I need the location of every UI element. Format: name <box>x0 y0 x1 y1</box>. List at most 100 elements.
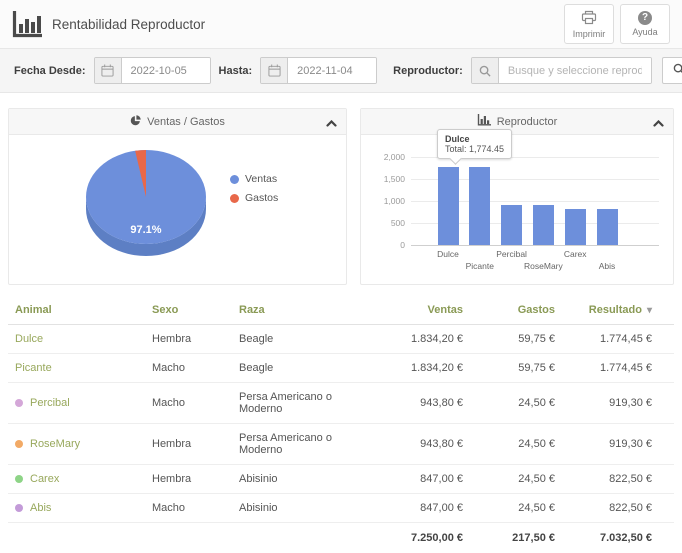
cell-sexo: Hembra <box>145 424 232 465</box>
cell-sexo: Macho <box>145 494 232 523</box>
date-to-input[interactable] <box>288 58 376 83</box>
cell-gastos: 24,50 € <box>470 383 562 424</box>
column-header-resultado[interactable]: Resultado▾ <box>562 296 674 325</box>
collapse-chevron-up-icon[interactable] <box>326 118 337 130</box>
cell-gastos: 59,75 € <box>470 325 562 354</box>
x-axis-tick-label: RoseMary <box>513 261 573 271</box>
reproductor-search-input[interactable] <box>499 58 651 83</box>
search-button[interactable]: Buscar <box>662 57 682 84</box>
pie-data-label: 97.1% <box>116 224 176 236</box>
totals-row: 7.250,00 € 217,50 € 7.032,50 € <box>8 523 674 553</box>
x-axis-tick-label: Picante <box>450 261 510 271</box>
pie-chart <box>9 135 346 284</box>
bar-panel-title: Reproductor <box>497 116 558 128</box>
printer-icon <box>581 10 597 27</box>
cell-animal: Picante <box>8 354 145 383</box>
column-header-animal[interactable]: Animal <box>8 296 145 325</box>
animal-link[interactable]: RoseMary <box>30 438 80 450</box>
pie-panel: Ventas / Gastos 97.1% Ventas Gastos <box>8 108 347 285</box>
date-from-input[interactable] <box>122 58 210 83</box>
cell-resultado: 822,50 € <box>562 494 674 523</box>
cell-resultado: 919,30 € <box>562 424 674 465</box>
pie-panel-header: Ventas / Gastos <box>9 109 346 135</box>
cell-sexo: Hembra <box>145 465 232 494</box>
cell-ventas: 847,00 € <box>380 465 470 494</box>
calendar-icon <box>95 58 122 83</box>
date-from-group <box>94 57 211 84</box>
cell-gastos: 24,50 € <box>470 424 562 465</box>
bar-rosemary[interactable] <box>533 205 554 245</box>
animal-link[interactable]: Percibal <box>30 397 70 409</box>
top-bar: Rentabilidad Reproductor Imprimir ? Ayud… <box>0 0 682 48</box>
animal-link[interactable]: Carex <box>30 473 59 485</box>
animal-link[interactable]: Abis <box>30 502 51 514</box>
cell-raza: Beagle <box>232 325 380 354</box>
table-header-row: AnimalSexoRazaVentasGastosResultado▾ <box>8 296 674 325</box>
cell-resultado: 822,50 € <box>562 465 674 494</box>
x-axis-tick-label: Carex <box>545 249 605 259</box>
bar-percibal[interactable] <box>501 205 522 245</box>
date-from-label: Fecha Desde: <box>14 65 86 77</box>
cell-ventas: 943,80 € <box>380 383 470 424</box>
search-icon <box>472 58 499 83</box>
cell-raza: Persa Americano o Moderno <box>232 383 380 424</box>
cell-animal: Carex <box>8 465 145 494</box>
cell-raza: Beagle <box>232 354 380 383</box>
y-axis-tick-label: 500 <box>361 218 405 228</box>
cell-animal: Percibal <box>8 383 145 424</box>
column-header-sexo[interactable]: Sexo <box>145 296 232 325</box>
animal-link[interactable]: Picante <box>15 362 52 374</box>
table-row: PercibalMachoPersa Americano o Moderno94… <box>8 383 674 424</box>
bar-carex[interactable] <box>565 209 586 245</box>
bar-chart-icon <box>477 114 491 129</box>
bar-plot: 05001,0001,5002,000DulcePicantePercibalR… <box>361 135 673 284</box>
bar-panel-header: Reproductor <box>361 109 673 135</box>
table-row: CarexHembraAbisinio847,00 €24,50 €822,50… <box>8 465 674 494</box>
y-axis-tick-label: 0 <box>361 240 405 250</box>
cell-gastos: 24,50 € <box>470 465 562 494</box>
animal-link[interactable]: Dulce <box>15 333 43 345</box>
column-header-ventas[interactable]: Ventas <box>380 296 470 325</box>
collapse-chevron-up-icon[interactable] <box>653 118 664 130</box>
legend-item-gastos[interactable]: Gastos <box>230 192 278 204</box>
legend-color-dot <box>230 175 239 184</box>
x-axis-tick-label: Percibal <box>482 249 542 259</box>
print-button[interactable]: Imprimir <box>564 4 614 44</box>
pie-panel-title: Ventas / Gastos <box>147 116 225 128</box>
legend-label: Ventas <box>245 173 277 185</box>
x-axis-tick-label: Abis <box>577 261 637 271</box>
reproductor-search-group <box>471 57 652 84</box>
legend-item-ventas[interactable]: Ventas <box>230 173 278 185</box>
cell-ventas: 1.834,20 € <box>380 354 470 383</box>
pie-legend: Ventas Gastos <box>230 173 278 204</box>
cell-ventas: 847,00 € <box>380 494 470 523</box>
cell-resultado: 919,30 € <box>562 383 674 424</box>
table-row: RoseMaryHembraPersa Americano o Moderno9… <box>8 424 674 465</box>
topbar-actions: Imprimir ? Ayuda <box>564 4 670 44</box>
bar-panel-body: 05001,0001,5002,000DulcePicantePercibalR… <box>361 135 673 284</box>
page-title: Rentabilidad Reproductor <box>52 17 205 32</box>
column-header-gastos[interactable]: Gastos <box>470 296 562 325</box>
bar-abis[interactable] <box>597 209 618 245</box>
help-button[interactable]: ? Ayuda <box>620 4 670 44</box>
bar-panel: Reproductor 05001,0001,5002,000DulcePica… <box>360 108 674 285</box>
cell-ventas: 943,80 € <box>380 424 470 465</box>
animal-color-dot <box>15 440 23 448</box>
date-to-group <box>260 57 377 84</box>
y-axis-tick-label: 1,000 <box>361 196 405 206</box>
cell-sexo: Macho <box>145 354 232 383</box>
animal-color-dot <box>15 399 23 407</box>
bar-picante[interactable] <box>469 167 490 245</box>
legend-color-dot <box>230 194 239 203</box>
bar-dulce[interactable] <box>438 167 459 245</box>
sort-desc-icon: ▾ <box>647 305 652 316</box>
date-to-label: Hasta: <box>219 65 253 77</box>
help-icon: ? <box>638 11 652 25</box>
cell-animal: RoseMary <box>8 424 145 465</box>
cell-animal: Dulce <box>8 325 145 354</box>
column-header-raza[interactable]: Raza <box>232 296 380 325</box>
table-body: DulceHembraBeagle1.834,20 €59,75 €1.774,… <box>8 325 674 523</box>
cell-raza: Abisinio <box>232 494 380 523</box>
total-resultado: 7.032,50 € <box>562 523 674 553</box>
bar-tooltip: Dulce Total: 1,774.45 <box>437 129 512 159</box>
